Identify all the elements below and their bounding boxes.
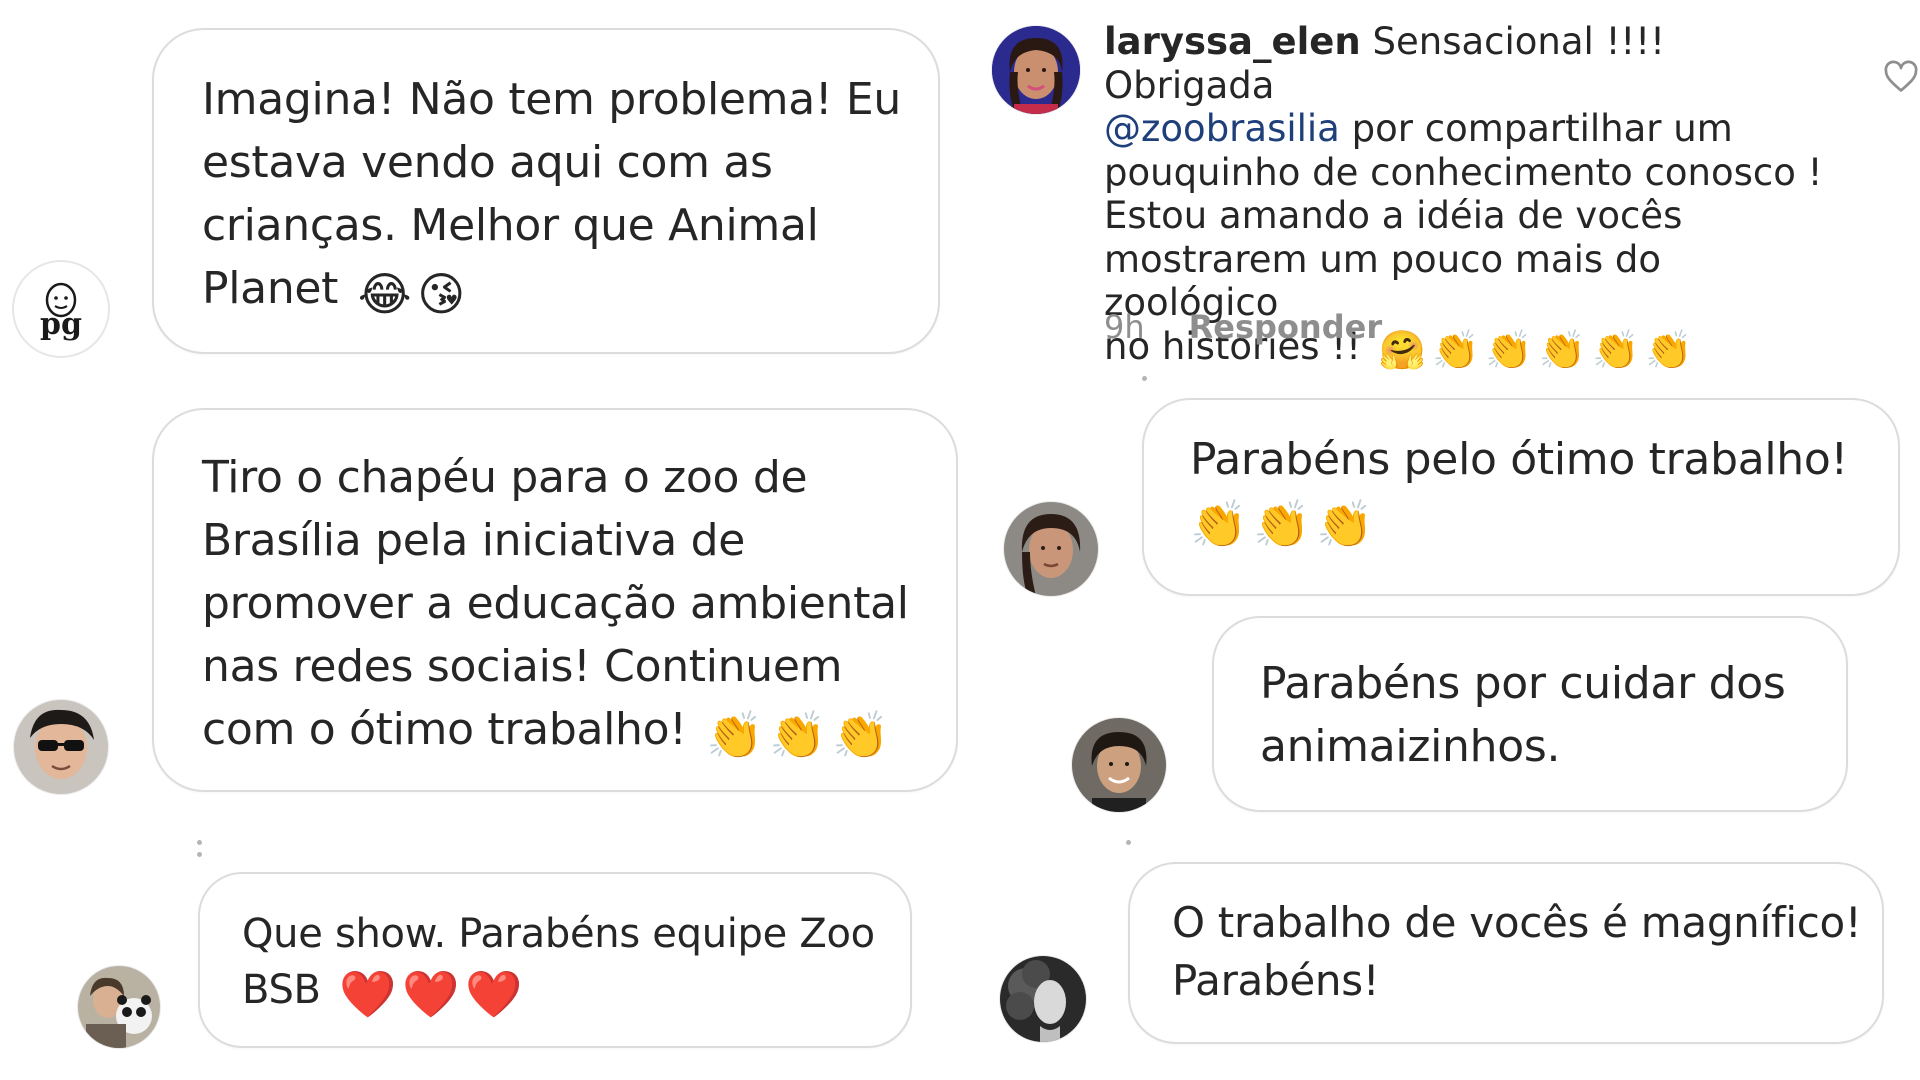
comment-bubble-4: Parabéns pelo ótimo trabalho! 👏 👏 👏 [1142, 398, 1900, 596]
pg-logo-icon: pg [16, 264, 106, 354]
comment-text-4: Parabéns pelo ótimo trabalho! 👏 👏 👏 [1190, 430, 1848, 552]
avatar-user-6[interactable] [1000, 956, 1086, 1042]
comment-bubble-2: Tiro o chapéu para o zoo de Brasília pel… [152, 408, 958, 792]
avatar-user-2[interactable] [14, 700, 108, 794]
person-sunglasses-avatar-icon [14, 700, 108, 794]
comment-4-emojis: 👏 👏 👏 [1184, 492, 1373, 552]
thread-dot [1126, 840, 1131, 845]
avatar-user-5[interactable] [1072, 718, 1166, 812]
kiss-emoji: 😘 [417, 266, 465, 321]
thread-dots-right-2 [1126, 840, 1132, 852]
clapping-hands-emoji: 👏 [1432, 327, 1480, 372]
comment-text-2: Tiro o chapéu para o zoo de Brasília pel… [202, 452, 909, 764]
reply-button[interactable]: Responder [1189, 308, 1382, 346]
comment-bubble-6: O trabalho de vocês é magnífico! Parabén… [1128, 862, 1884, 1044]
person-with-panda-avatar-icon [78, 966, 160, 1048]
clapping-hands-emoji: 👏 [706, 707, 764, 762]
laughing-emoji: 😂 [357, 266, 412, 321]
comment-username[interactable]: laryssa_elen [1104, 20, 1361, 63]
comment-2-emojis: 👏 👏 👏 [700, 701, 889, 764]
thread-dot [197, 840, 202, 845]
clapping-hands-emoji: 👏 [1592, 327, 1640, 372]
comment-bubble-3: Que show. Parabéns equipe Zoo BSB ❤️ ❤️ ❤️ [198, 872, 912, 1048]
avatar-laryssa-elen[interactable] [992, 26, 1080, 114]
red-heart-emoji: ❤️ [465, 967, 523, 1021]
comment-text-1: Imagina! Não tem problema! Eu estava ven… [202, 74, 902, 323]
heart-outline-icon[interactable] [1883, 60, 1919, 94]
red-heart-emoji: ❤️ [339, 967, 397, 1021]
clapping-hands-emoji: 👏 [832, 707, 890, 762]
comment-text-3: Que show. Parabéns equipe Zoo BSB ❤️ ❤️ ❤️ [242, 911, 875, 1021]
comment-1-emojis: 😂 😘 [352, 260, 465, 323]
clapping-hands-emoji: 👏 [1315, 497, 1373, 551]
mention-link[interactable]: @zoobrasilia [1104, 107, 1340, 150]
woman-portrait-avatar-icon [992, 26, 1080, 114]
instagram-comment-emojis: 🤗 👏 👏 👏 👏 👏 [1373, 326, 1693, 370]
avatar-user-3[interactable] [78, 966, 160, 1048]
hugging-face-emoji: 🤗 [1378, 327, 1427, 372]
clapping-hands-emoji: 👏 [1190, 497, 1247, 551]
clapping-hands-emoji: 👏 [1485, 327, 1533, 372]
clapping-hands-emoji: 👏 [1252, 497, 1310, 551]
comment-bubble-5: Parabéns por cuidar dos animaizinhos. [1212, 616, 1848, 812]
comment-3-emojis: ❤️ ❤️ ❤️ [333, 964, 522, 1020]
clapping-hands-emoji: 👏 [769, 707, 827, 762]
comment-text-5: Parabéns por cuidar dos animaizinhos. [1260, 658, 1786, 772]
avatar-user-4[interactable] [1004, 502, 1098, 596]
comment-bubble-1: Imagina! Não tem problema! Eu estava ven… [152, 28, 940, 354]
thread-dots-left [197, 840, 203, 864]
thread-dot [197, 852, 202, 857]
woman-smiling-avatar-icon [1072, 718, 1166, 812]
woman-portrait-avatar-icon [1004, 502, 1098, 596]
thread-dot [1142, 376, 1147, 381]
comment-meta: 9h Responder [1104, 308, 1382, 346]
pg-logo-text: pg [40, 307, 82, 342]
comment-text-6: O trabalho de vocês é magnífico! Parabén… [1172, 898, 1862, 1005]
clapping-hands-emoji: 👏 [1645, 327, 1693, 372]
curly-hair-portrait-avatar-icon [1000, 956, 1086, 1042]
thread-dots-right-1 [1142, 376, 1148, 388]
comment-time: 9h [1104, 308, 1145, 346]
avatar-pg[interactable]: pg [14, 262, 108, 356]
red-heart-emoji: ❤️ [402, 967, 460, 1021]
clapping-hands-emoji: 👏 [1538, 327, 1587, 372]
